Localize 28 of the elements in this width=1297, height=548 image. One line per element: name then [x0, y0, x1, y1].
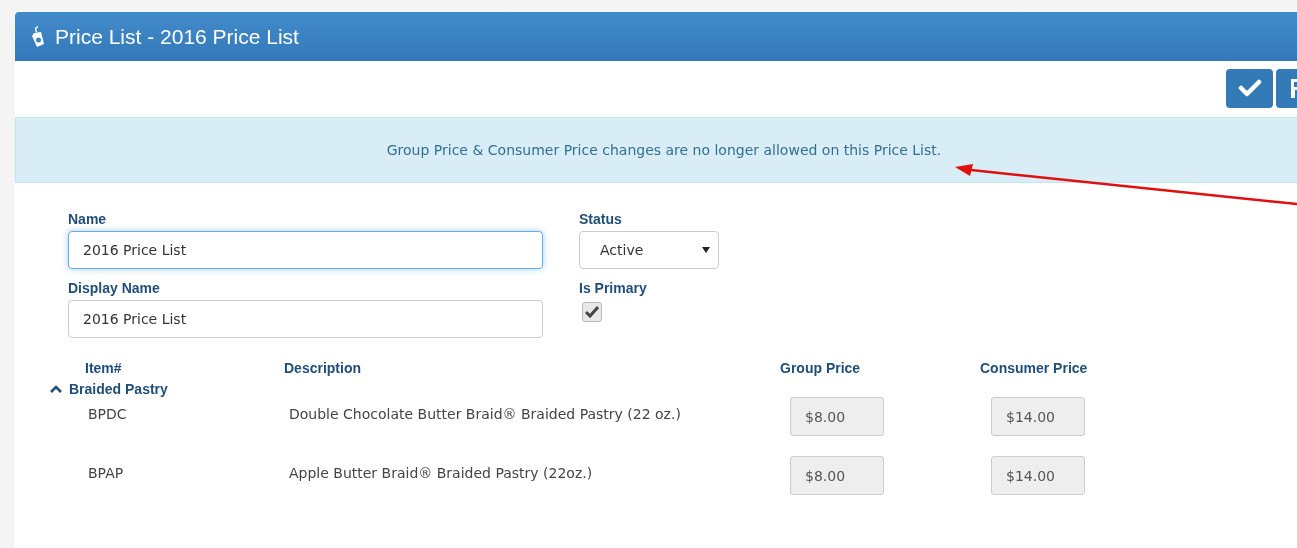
consumer-price-field: $14.00	[991, 456, 1085, 495]
item-code: BPAP	[88, 465, 124, 481]
group-toggle[interactable]: Braided Pastry	[50, 381, 168, 397]
item-description: Double Chocolate Butter Braid® Braided Pastry (22 oz.)	[289, 406, 681, 422]
caret-icon	[702, 247, 710, 253]
field-label: Status	[579, 211, 622, 229]
name-field[interactable]: 2016 Price List	[68, 231, 543, 269]
column-header: Group Price	[780, 360, 861, 376]
checkbox[interactable]	[582, 302, 602, 322]
checkmark-icon	[1237, 79, 1262, 97]
consumer-price-field: $14.00	[991, 397, 1085, 436]
column-header: Description	[284, 360, 361, 376]
column-header: Consumer Price	[980, 360, 1088, 376]
field-label: Name	[68, 211, 107, 229]
field-label: Is Primary	[579, 280, 647, 298]
item-code: BPDC	[88, 406, 127, 422]
item-description: Apple Butter Braid® Braided Pastry (22oz.)	[289, 465, 593, 481]
confirm-button[interactable]	[1226, 68, 1273, 108]
price-tag-icon	[31, 25, 45, 48]
window-title: Price List - 2016 Price List	[55, 24, 299, 49]
display-name-field[interactable]: 2016 Price List	[68, 300, 543, 338]
status-dropdown[interactable]: Active	[579, 231, 719, 269]
column-header: Item#	[85, 360, 122, 376]
chevron-up-icon	[50, 385, 62, 393]
group-price-field: $8.00	[790, 456, 884, 495]
info-message: Group Price & Consumer Price changes are no longer allowed on this Price List.	[386, 142, 942, 158]
field-label: Display Name	[68, 280, 160, 298]
group-price-field: $8.00	[790, 397, 884, 436]
